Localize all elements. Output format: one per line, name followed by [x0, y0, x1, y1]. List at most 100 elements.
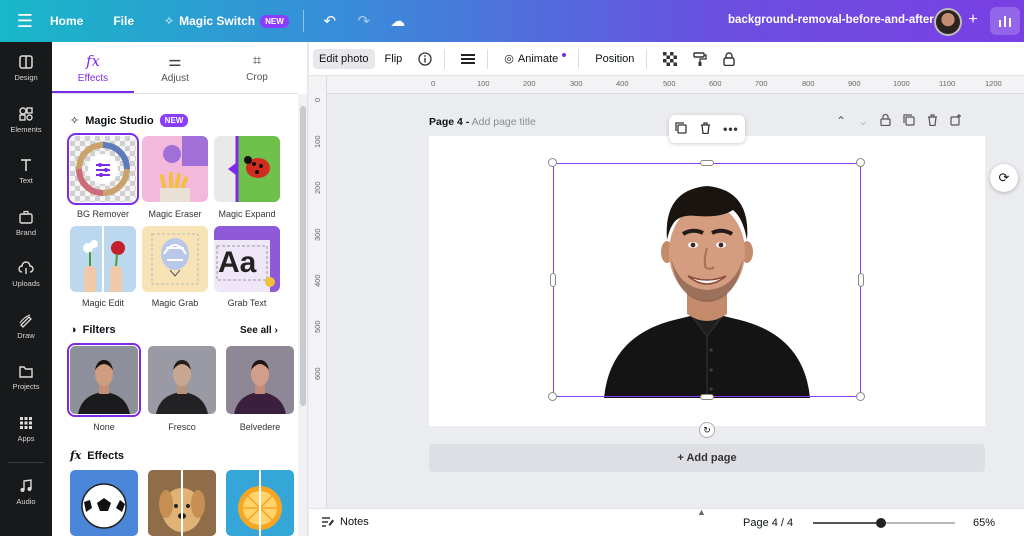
resize-handle-top[interactable] [700, 160, 714, 166]
rail-item-audio[interactable]: Audio [0, 478, 52, 506]
filters-icon: ◑ [70, 324, 77, 336]
chevron-up-icon[interactable]: ⌃ [836, 114, 846, 129]
rail-item-apps[interactable]: Apps [0, 415, 52, 443]
filter-none-tile[interactable] [67, 343, 141, 417]
magic-switch-button[interactable]: ✧ Magic Switch NEW [164, 14, 289, 28]
duplicate-icon[interactable] [675, 121, 687, 137]
add-page-icon[interactable] [950, 114, 962, 129]
add-collaborator-icon[interactable]: + [962, 9, 984, 31]
filters-heading: ◑ Filters [70, 324, 116, 336]
transparency-icon[interactable] [657, 48, 683, 70]
zoom-slider-fill [813, 522, 882, 524]
sparkle-icon: ✧ [70, 115, 80, 127]
resize-handle-bottom-right[interactable] [856, 392, 865, 401]
rail-item-draw[interactable]: Draw [0, 312, 52, 340]
effect-tile-shadow[interactable] [70, 470, 138, 536]
chevron-right-icon: › [274, 325, 278, 336]
file-menu[interactable]: File [113, 14, 134, 28]
page-title-input[interactable]: Add page title [472, 116, 536, 128]
trash-icon[interactable] [927, 114, 938, 129]
rail-item-text[interactable]: Text [0, 157, 52, 185]
rail-item-elements[interactable]: Elements [0, 106, 52, 134]
rail-item-projects[interactable]: Projects [0, 363, 52, 391]
filter-belvedere-tile[interactable] [226, 346, 294, 414]
zoom-slider[interactable] [813, 518, 955, 528]
resize-handle-left[interactable] [550, 273, 556, 287]
insights-icon[interactable] [990, 7, 1020, 35]
notes-button[interactable]: Notes [321, 516, 369, 528]
magic-switch-label: Magic Switch [179, 14, 256, 28]
zoom-level[interactable]: 65% [973, 517, 995, 529]
rail-item-uploads[interactable]: Uploads [0, 260, 52, 288]
page-title[interactable]: Page 4 - Add page title [429, 116, 536, 128]
animate-button[interactable]: ◎ Animate [498, 48, 572, 69]
avatar[interactable] [934, 8, 962, 36]
border-style-icon[interactable] [455, 49, 481, 69]
home-link[interactable]: Home [50, 14, 83, 28]
fx-icon: fx [85, 52, 100, 70]
magic-grab-tile[interactable] [142, 226, 208, 292]
tab-effects[interactable]: fx Effects [52, 42, 134, 93]
filter-label: Belvedere [239, 422, 281, 432]
tab-label: Adjust [161, 73, 189, 84]
menu-icon[interactable]: ☰ [0, 0, 50, 42]
duplicate-page-icon[interactable] [903, 114, 915, 129]
resize-handle-right[interactable] [858, 273, 864, 287]
magic-edit-tile[interactable] [70, 226, 136, 292]
rail-label: Projects [12, 382, 40, 391]
edit-photo-button[interactable]: Edit photo [313, 48, 375, 69]
resize-handle-bottom-left[interactable] [548, 392, 557, 401]
bg-remover-tile[interactable] [67, 133, 139, 205]
page-count[interactable]: Page 4 / 4 [743, 517, 793, 529]
resize-handle-top-right[interactable] [856, 158, 865, 167]
magic-refresh-icon[interactable]: ⟳ [990, 164, 1018, 192]
resize-handle-top-left[interactable] [548, 158, 557, 167]
filter-fresco-tile[interactable] [148, 346, 216, 414]
scrollbar-thumb[interactable] [300, 106, 306, 406]
ruler-label: 400 [313, 274, 322, 287]
magic-expand-tile[interactable] [214, 136, 280, 202]
more-options-icon[interactable]: ••• [723, 122, 739, 136]
notes-label: Notes [340, 516, 369, 528]
see-all-link[interactable]: See all › [240, 325, 278, 336]
divider [578, 48, 580, 69]
tool-label: BG Remover [76, 209, 129, 219]
document-title[interactable]: background-removal-before-and-after [728, 14, 934, 26]
ruler-label: 100 [477, 79, 490, 88]
tab-crop[interactable]: ⌗ Crop [216, 42, 298, 93]
effect-tile-orange[interactable] [226, 470, 294, 536]
lock-icon[interactable] [717, 48, 741, 70]
ruler-label: 1100 [939, 79, 956, 88]
ruler-label: 600 [313, 367, 322, 380]
grab-text-tile[interactable]: Aa [214, 226, 280, 292]
rail-item-brand[interactable]: Brand [0, 209, 52, 237]
selection-box[interactable] [553, 163, 861, 397]
new-badge: NEW [159, 114, 189, 127]
magic-eraser-tile[interactable] [142, 136, 208, 202]
undo-icon[interactable]: ↶ [318, 9, 342, 33]
chevron-up-icon[interactable]: ▲ [697, 507, 706, 517]
position-button[interactable]: Position [589, 49, 640, 69]
rotate-icon[interactable]: ↻ [699, 422, 715, 438]
magic-grab-image [151, 233, 199, 285]
zoom-slider-knob[interactable] [876, 518, 887, 528]
rail-label: Design [14, 73, 38, 82]
lock-icon[interactable] [880, 113, 891, 129]
chevron-down-icon[interactable]: ⌄ [858, 114, 868, 129]
flip-button[interactable]: Flip [379, 49, 409, 69]
redo-icon[interactable]: ↷ [352, 9, 376, 33]
ruler-label: 300 [313, 228, 322, 241]
tool-label: Magic Edit [81, 298, 125, 308]
paint-roller-icon[interactable] [687, 48, 713, 70]
ruler-label: 200 [523, 79, 536, 88]
panel-scrollbar[interactable] [298, 94, 307, 536]
add-page-button[interactable]: + Add page [429, 444, 985, 472]
page-controls: ⌃ ⌄ [836, 113, 962, 129]
cloud-saved-icon[interactable]: ☁ [386, 9, 410, 33]
info-icon[interactable] [412, 48, 438, 70]
rail-item-design[interactable]: Design [0, 54, 52, 82]
resize-handle-bottom[interactable] [700, 394, 714, 400]
trash-icon[interactable] [700, 121, 711, 137]
effect-tile-duotone[interactable] [148, 470, 216, 536]
tab-adjust[interactable]: ⚌ Adjust [134, 42, 216, 93]
